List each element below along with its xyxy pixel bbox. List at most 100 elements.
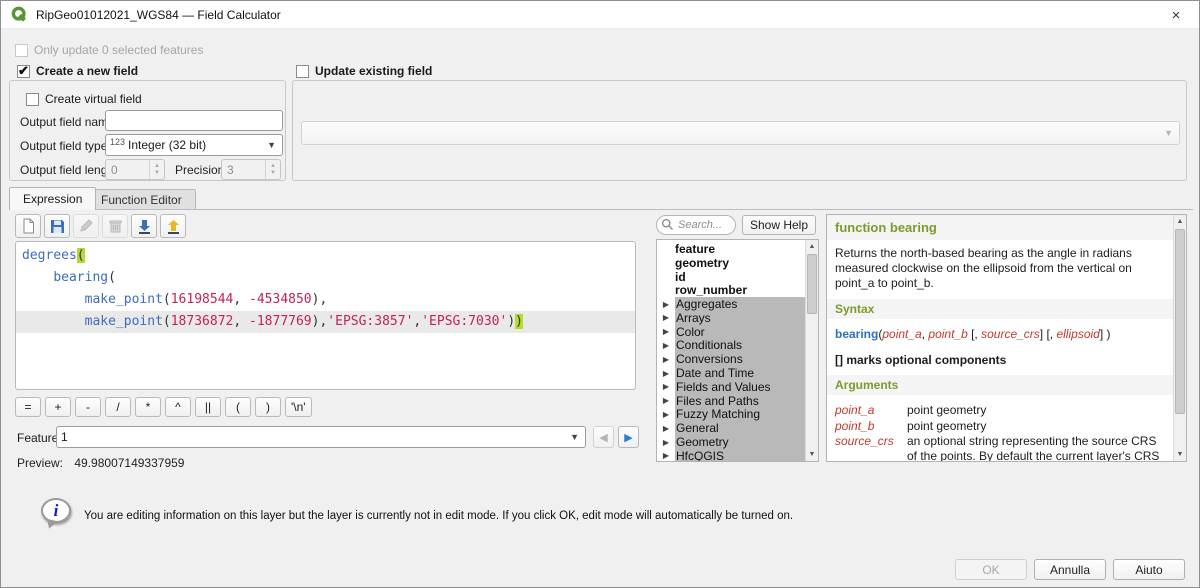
function-list-item[interactable]: id <box>657 270 805 284</box>
expression-line[interactable]: make_point(16198544, -4534850), <box>16 289 635 311</box>
spinner-arrows-icon[interactable]: ▲▼ <box>149 160 164 179</box>
preview-row: Preview: 49.98007149337959 <box>17 456 184 470</box>
expression-toolbar <box>15 214 186 238</box>
save-expression-icon[interactable] <box>44 214 70 238</box>
titlebar: RipGeo01012021_WGS84 — Field Calculator … <box>1 1 1199 29</box>
function-list-item[interactable]: ▶Color <box>657 325 805 339</box>
create-new-field-checkbox[interactable]: Create a new field <box>17 63 138 79</box>
existing-field-combo[interactable]: ▼ <box>301 121 1180 145</box>
create-virtual-field-checkbox[interactable]: Create virtual field <box>26 91 142 107</box>
expander-icon[interactable]: ▶ <box>657 327 675 336</box>
output-field-type-combo[interactable]: 123 Integer (32 bit) ▼ <box>105 134 283 156</box>
show-help-button[interactable]: Show Help <box>742 215 816 235</box>
operator-buttons: =+-/*^||()'\n' <box>15 397 312 417</box>
arguments-heading: Arguments <box>827 375 1173 395</box>
argument-row: point_bpoint geometry <box>835 419 1165 434</box>
edit-expression-icon[interactable] <box>73 214 99 238</box>
next-feature-button[interactable]: ▶ <box>618 426 639 448</box>
spinner-arrows-icon[interactable]: ▲▼ <box>265 160 280 179</box>
window-title: RipGeo01012021_WGS84 — Field Calculator <box>36 8 281 22</box>
function-list-scrollbar[interactable]: ▲ ▼ <box>805 240 818 461</box>
scrollbar-thumb[interactable] <box>807 254 817 314</box>
operator-button[interactable]: / <box>105 397 131 417</box>
operator-button[interactable]: ) <box>255 397 281 417</box>
operator-button[interactable]: ^ <box>165 397 191 417</box>
field-calculator-dialog: RipGeo01012021_WGS84 — Field Calculator … <box>0 0 1200 588</box>
checkbox-box[interactable] <box>26 93 39 106</box>
expander-icon[interactable]: ▶ <box>657 382 675 391</box>
update-existing-field-checkbox[interactable]: Update existing field <box>296 63 432 79</box>
scrollbar-thumb[interactable] <box>1175 229 1185 414</box>
checkbox-box[interactable] <box>296 65 309 78</box>
function-list-item[interactable]: geometry <box>657 256 805 270</box>
expander-icon[interactable]: ▶ <box>657 300 675 309</box>
function-list-item[interactable]: ▶General <box>657 421 805 435</box>
function-list-item[interactable]: ▶Fields and Values <box>657 380 805 394</box>
chevron-down-icon: ▼ <box>267 140 278 150</box>
function-search <box>656 215 736 235</box>
function-list-item[interactable]: feature <box>657 242 805 256</box>
function-list: featuregeometryidrow_number▶Aggregates▶A… <box>656 239 819 462</box>
scroll-up-icon[interactable]: ▲ <box>806 240 818 253</box>
export-expression-icon[interactable] <box>160 214 186 238</box>
operator-button[interactable]: || <box>195 397 221 417</box>
tab-function-editor[interactable]: Function Editor <box>87 189 196 210</box>
help-scrollbar[interactable]: ▲ ▼ <box>1173 215 1186 461</box>
scroll-down-icon[interactable]: ▼ <box>806 448 818 461</box>
operator-button[interactable]: ( <box>225 397 251 417</box>
expression-editor[interactable]: degrees( bearing( make_point(16198544, -… <box>15 241 636 390</box>
feature-combo[interactable]: 1 ▼ <box>56 426 586 448</box>
expander-icon[interactable]: ▶ <box>657 451 675 460</box>
tab-expression[interactable]: Expression <box>9 187 96 210</box>
function-list-item[interactable]: ▶Arrays <box>657 311 805 325</box>
function-list-item[interactable]: ▶Files and Paths <box>657 394 805 408</box>
operator-button[interactable]: - <box>75 397 101 417</box>
precision-spinner[interactable]: 3 ▲▼ <box>221 159 281 180</box>
argument-row: source_crsan optional string representin… <box>835 434 1165 461</box>
operator-button[interactable]: + <box>45 397 71 417</box>
syntax-heading: Syntax <box>827 299 1173 319</box>
output-field-length-spinner[interactable]: 0 ▲▼ <box>105 159 165 180</box>
checkbox-box[interactable] <box>17 65 30 78</box>
scroll-down-icon[interactable]: ▼ <box>1174 448 1186 461</box>
function-help-panel: function bearing Returns the north-based… <box>826 214 1187 462</box>
expander-icon[interactable]: ▶ <box>657 396 675 405</box>
update-existing-field-group: ▼ <box>292 80 1187 181</box>
expander-icon[interactable]: ▶ <box>657 424 675 433</box>
only-update-checkbox[interactable]: Only update 0 selected features <box>15 42 203 58</box>
function-list-item[interactable]: ▶Conversions <box>657 352 805 366</box>
close-button[interactable]: × <box>1153 1 1199 29</box>
expander-icon[interactable]: ▶ <box>657 313 675 322</box>
function-list-item[interactable]: ▶Geometry <box>657 435 805 449</box>
expression-line[interactable]: degrees( <box>16 245 635 267</box>
expander-icon[interactable]: ▶ <box>657 369 675 378</box>
operator-button[interactable]: = <box>15 397 41 417</box>
function-list-item[interactable]: ▶Fuzzy Matching <box>657 408 805 422</box>
ok-button[interactable]: OK <box>955 559 1027 580</box>
previous-feature-button[interactable]: ◀ <box>593 426 614 448</box>
import-expression-icon[interactable] <box>131 214 157 238</box>
chevron-down-icon: ▼ <box>1164 128 1175 138</box>
new-expression-icon[interactable] <box>15 214 41 238</box>
function-list-item[interactable]: ▶HfcQGIS <box>657 449 805 462</box>
preview-label: Preview: <box>17 456 63 470</box>
expression-line[interactable]: make_point(18736872, -1877769),'EPSG:385… <box>16 311 635 333</box>
operator-button[interactable]: * <box>135 397 161 417</box>
function-list-item[interactable]: ▶Aggregates <box>657 297 805 311</box>
expander-icon[interactable]: ▶ <box>657 410 675 419</box>
feature-value: 1 <box>61 430 68 444</box>
function-list-item[interactable]: ▶Conditionals <box>657 339 805 353</box>
function-list-item[interactable]: row_number <box>657 283 805 297</box>
expander-icon[interactable]: ▶ <box>657 341 675 350</box>
help-button[interactable]: Aiuto <box>1113 559 1185 580</box>
expression-line[interactable]: bearing( <box>16 267 635 289</box>
operator-button[interactable]: '\n' <box>285 397 312 417</box>
expander-icon[interactable]: ▶ <box>657 355 675 364</box>
expander-icon[interactable]: ▶ <box>657 438 675 447</box>
cancel-button[interactable]: Annulla <box>1034 559 1106 580</box>
scroll-up-icon[interactable]: ▲ <box>1174 215 1186 228</box>
output-field-name-input[interactable] <box>105 110 283 131</box>
delete-expression-icon[interactable] <box>102 214 128 238</box>
function-list-item[interactable]: ▶Date and Time <box>657 366 805 380</box>
checkbox-box[interactable] <box>15 44 28 57</box>
